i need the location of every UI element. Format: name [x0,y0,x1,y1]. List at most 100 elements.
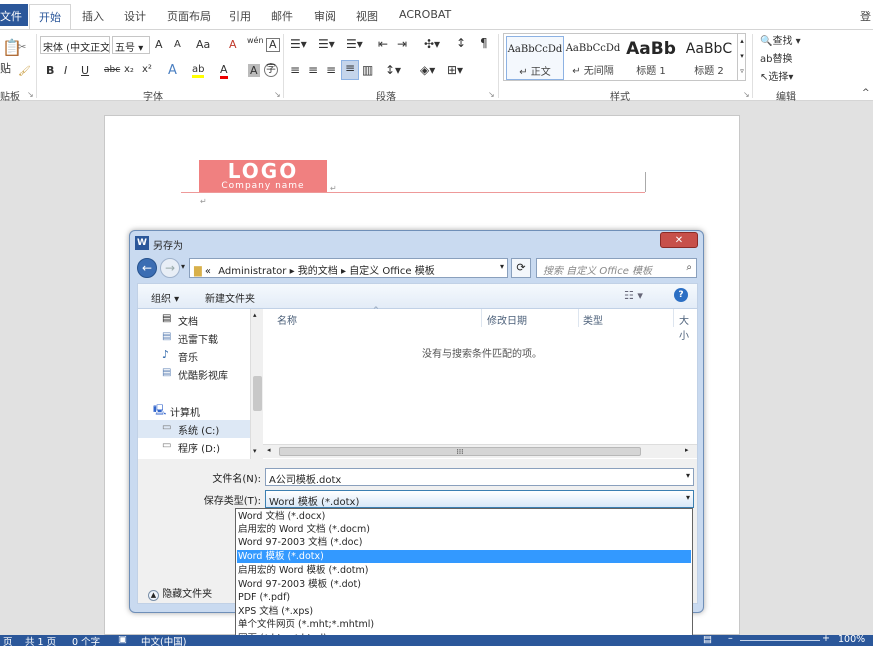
clipboard-launcher-icon[interactable]: ↘ [27,90,34,99]
clear-format-button[interactable]: A [229,38,237,51]
paragraph-launcher-icon[interactable]: ↘ [488,90,495,99]
tab-acrobat[interactable]: ACROBAT [399,8,451,21]
change-case-button[interactable]: Aa [196,38,210,51]
breadcrumb-item[interactable]: 我的文档 [298,266,338,277]
font-name-combo[interactable]: 宋体 (中文正文) [40,36,110,54]
help-icon[interactable]: ? [674,288,688,302]
view-options-icon[interactable]: ☷ ▾ [624,289,643,302]
char-border-button[interactable]: A [266,38,280,52]
address-bar[interactable]: ▇ « Administrator ▸ 我的文档 ▸ 自定义 Office 模板… [189,258,508,278]
nav-item-thunder-downloads[interactable]: ▤ 迅雷下载 [138,329,250,347]
refresh-button[interactable]: ⟳ [511,258,531,278]
shrink-font-button[interactable]: A [174,39,181,50]
tab-file[interactable]: 文件 [0,4,28,26]
subscript-button[interactable]: x₂ [124,64,134,75]
styles-launcher-icon[interactable]: ↘ [743,90,750,99]
scroll-down-icon[interactable]: ▾ [253,447,257,455]
hide-folders-button[interactable]: ▲ 隐藏文件夹 [148,585,212,601]
justify-icon[interactable]: ≡ [341,60,359,80]
tab-page-layout[interactable]: 页面布局 [167,8,211,24]
nav-item-drive-d[interactable]: ▭ 程序 (D:) [138,438,250,456]
nav-item-documents[interactable]: ▤ 文档 [138,311,250,329]
underline-button[interactable]: U [81,64,89,77]
cut-icon[interactable]: ✂ [18,42,26,53]
align-center-icon[interactable]: ≡ [308,63,318,77]
filetype-select[interactable]: Word 模板 (*.dotx) ▾ [265,490,694,508]
chevron-down-icon[interactable]: ▾ [686,493,690,502]
filename-input[interactable]: A公司模板.dotx ▾ [265,468,694,486]
horizontal-scrollbar[interactable]: ◂ ⁞⁞⁞ ▸ [263,444,697,458]
filetype-option[interactable]: PDF (*.pdf) [237,591,691,604]
tab-mailings[interactable]: 邮件 [271,8,293,24]
chevron-down-icon[interactable]: ▾ [500,262,504,271]
show-marks-icon[interactable]: ¶ [480,36,488,50]
grow-font-button[interactable]: A [155,38,163,51]
column-header-type[interactable]: 类型 [583,312,603,327]
format-painter-icon[interactable]: 🖌 [18,66,31,77]
tab-insert[interactable]: 插入 [82,8,104,24]
style-no-spacing[interactable]: AaBbCcDd ↵ 无间隔 [564,36,622,80]
text-effects-button[interactable]: A [168,63,177,78]
align-right-icon[interactable]: ≡ [326,63,336,77]
scroll-up-icon[interactable]: ▴ [253,311,257,319]
bullets-icon[interactable]: ☰▾ [290,37,307,51]
nav-item-youku-library[interactable]: ▤ 优酷影视库 [138,365,250,383]
word-count[interactable]: 0 个字 [72,634,100,646]
search-input[interactable]: 搜索 自定义 Office 模板 ⌕ [536,258,697,278]
tab-references[interactable]: 引用 [229,8,251,24]
char-shading-button[interactable]: A [248,64,260,77]
distributed-icon[interactable]: ▥ [362,63,373,77]
decrease-indent-icon[interactable]: ⇤ [378,37,388,51]
filetype-option[interactable]: XPS 文档 (*.xps) [237,605,691,618]
forward-button[interactable]: → [160,258,180,278]
new-folder-button[interactable]: 新建文件夹 [205,290,255,305]
style-heading-2[interactable]: AaBbC 标题 2 [680,36,738,80]
organize-button[interactable]: 组织 ▾ [151,290,179,305]
web-layout-icon[interactable]: ▤ [703,634,712,645]
font-size-combo[interactable]: 五号 ▾ [112,36,150,54]
highlight-button[interactable]: ab [192,64,205,78]
chinese-layout-icon[interactable]: ✣▾ [424,37,440,51]
replace-button[interactable]: ab替换 [760,50,792,65]
zoom-out-icon[interactable]: – [728,633,733,644]
italic-button[interactable]: I [64,64,67,77]
style-heading-1[interactable]: AaBb 标题 1 [622,36,680,80]
multilevel-list-icon[interactable]: ☰▾ [346,37,363,51]
zoom-in-icon[interactable]: + [822,633,830,644]
nav-scrollbar[interactable]: ▴ ▾ [250,309,264,459]
back-button[interactable]: ← [137,258,157,278]
breadcrumb-item[interactable]: 自定义 Office 模板 [349,266,435,277]
tab-design[interactable]: 设计 [124,8,146,24]
column-header-date[interactable]: 修改日期 [487,312,527,327]
align-left-icon[interactable]: ≡ [290,63,300,77]
chevron-down-icon[interactable]: ▾ [686,471,690,480]
horizontal-scroll-thumb[interactable]: ⁞⁞⁞ [279,447,641,456]
recent-locations-icon[interactable]: ▾ [181,262,185,271]
select-button[interactable]: ↖选择▾ [760,68,793,83]
account-sign-in[interactable]: 登 [860,8,871,24]
tab-review[interactable]: 审阅 [314,8,336,24]
increase-indent-icon[interactable]: ⇥ [397,37,407,51]
filetype-option[interactable]: 单个文件网页 (*.mht;*.mhtml) [237,618,691,631]
tab-home[interactable]: 开始 [29,4,71,30]
zoom-slider[interactable] [740,640,820,641]
find-button[interactable]: 🔍查找 ▾ [760,32,801,47]
nav-scroll-thumb[interactable] [253,376,262,411]
sort-icon[interactable]: ↕ [456,36,466,50]
filetype-option[interactable]: 启用宏的 Word 模板 (*.dotm) [237,564,691,577]
paste-label[interactable]: 贴 [0,60,11,76]
page-indicator[interactable]: 页 [3,634,13,646]
line-spacing-icon[interactable]: ↕▾ [385,63,401,77]
scroll-right-icon[interactable]: ▸ [685,446,689,454]
zoom-level[interactable]: 100% [838,634,865,645]
column-header-size[interactable]: 大小 [679,312,697,342]
font-color-button[interactable]: A [220,63,228,79]
scroll-left-icon[interactable]: ◂ [267,446,271,454]
language-indicator[interactable]: 中文(中国) [141,634,186,646]
page-count[interactable]: 共 1 页 [25,634,56,646]
proofing-icon[interactable]: ▣ [118,634,127,645]
numbering-icon[interactable]: ☰▾ [318,37,335,51]
shading-icon[interactable]: ◈▾ [420,63,435,77]
styles-scroll-icon[interactable]: ▴ ▾ ▿ [737,34,746,80]
breadcrumb-overflow[interactable]: « [205,266,211,277]
